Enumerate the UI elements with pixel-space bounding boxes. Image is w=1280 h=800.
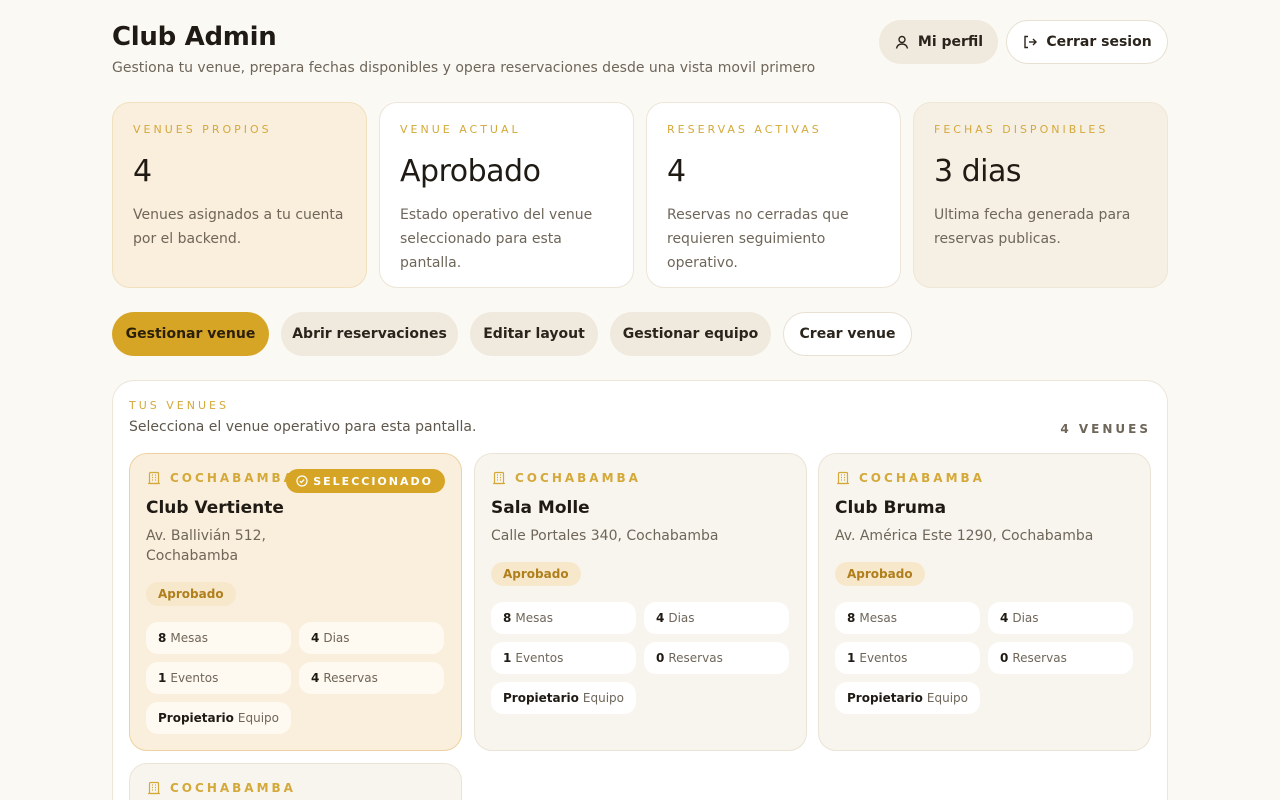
venue-card-club-bruma[interactable]: COCHABAMBA Club Bruma Av. América Este 1…: [818, 453, 1151, 751]
chip-reservas: 4 Reservas: [299, 662, 444, 694]
building-icon: [146, 470, 162, 486]
stat-value: 4: [667, 154, 686, 189]
chip-mesas: 8 Mesas: [835, 602, 980, 634]
venue-city: COCHABAMBA: [146, 780, 296, 796]
stat-label: VENUES PROPIOS: [133, 123, 272, 136]
panel-kicker: TUS VENUES: [129, 399, 229, 412]
create-venue-button[interactable]: Crear venue: [783, 312, 912, 356]
logout-label: Cerrar sesion: [1046, 34, 1152, 50]
user-icon: [894, 34, 910, 50]
stat-description: Ultima fecha generada para reservas publ…: [934, 207, 1131, 247]
stat-card-reservas-activas: RESERVAS ACTIVAS 4 Reservas no cerradas …: [646, 102, 901, 288]
venue-name: Club Bruma: [835, 498, 947, 518]
edit-layout-button[interactable]: Editar layout: [470, 312, 598, 356]
venue-status-badge: Aprobado: [146, 582, 236, 606]
chip-propietario: Propietario Equipo: [835, 682, 980, 714]
venue-city-label: COCHABAMBA: [170, 781, 296, 795]
stat-card-venue-actual: VENUE ACTUAL Aprobado Estado operativo d…: [379, 102, 634, 288]
manage-venue-button[interactable]: Gestionar venue: [112, 312, 269, 356]
stat-label: VENUE ACTUAL: [400, 123, 521, 136]
chip-mesas: 8 Mesas: [491, 602, 636, 634]
selected-badge: SELECCIONADO: [286, 469, 445, 493]
venues-panel: TUS VENUES Selecciona el venue operativo…: [112, 380, 1168, 800]
stat-value: 3 dias: [934, 154, 1022, 189]
venue-city: COCHABAMBA: [835, 470, 985, 486]
selected-badge-label: SELECCIONADO: [313, 474, 433, 488]
chip-dias: 4 Dias: [644, 602, 789, 634]
venue-status-badge: Aprobado: [835, 562, 925, 586]
stat-description: Venues asignados a tu cuenta por el back…: [133, 207, 344, 247]
chip-dias: 4 Dias: [988, 602, 1133, 634]
chip-eventos: 1 Eventos: [491, 642, 636, 674]
stat-card-fechas-disponibles: FECHAS DISPONIBLES 3 dias Ultima fecha g…: [913, 102, 1168, 288]
panel-subtitle: Selecciona el venue operativo para esta …: [129, 419, 477, 435]
stat-description: Reservas no cerradas que requieren segui…: [667, 207, 849, 271]
building-icon: [491, 470, 507, 486]
venue-card-club-vertiente[interactable]: COCHABAMBA SELECCIONADO Club Vertiente A…: [129, 453, 462, 751]
venue-address: Av. América Este 1290, Cochabamba: [835, 528, 1094, 544]
venue-city-label: COCHABAMBA: [859, 471, 985, 485]
stat-label: FECHAS DISPONIBLES: [934, 123, 1109, 136]
chip-reservas: 0 Reservas: [988, 642, 1133, 674]
page-subtitle: Gestiona tu venue, prepara fechas dispon…: [112, 60, 816, 76]
profile-label: Mi perfil: [917, 34, 984, 50]
stat-card-venues-propios: VENUES PROPIOS 4 Venues asignados a tu c…: [112, 102, 367, 288]
chip-dias: 4 Dias: [299, 622, 444, 654]
venue-status-badge: Aprobado: [491, 562, 581, 586]
venue-name: Club Vertiente: [146, 498, 284, 518]
venue-city-label: COCHABAMBA: [515, 471, 641, 485]
venue-city: COCHABAMBA: [491, 470, 641, 486]
logout-button[interactable]: Cerrar sesion: [1006, 20, 1168, 64]
chip-propietario: Propietario Equipo: [146, 702, 291, 734]
venue-name: Sala Molle: [491, 498, 590, 518]
page-header: Club Admin Gestiona tu venue, prepara fe…: [112, 20, 1168, 78]
venue-address: Av. Ballivián 512, Cochabamba: [146, 528, 266, 564]
building-icon: [146, 780, 162, 796]
stat-label: RESERVAS ACTIVAS: [667, 123, 822, 136]
manage-team-button[interactable]: Gestionar equipo: [610, 312, 771, 356]
venue-card-sala-molle[interactable]: COCHABAMBA Sala Molle Calle Portales 340…: [474, 453, 807, 751]
chip-eventos: 1 Eventos: [835, 642, 980, 674]
venue-card-4[interactable]: COCHABAMBA: [129, 763, 462, 800]
chip-mesas: 8 Mesas: [146, 622, 291, 654]
logout-icon: [1022, 34, 1038, 50]
chip-propietario: Propietario Equipo: [491, 682, 636, 714]
stat-value: 4: [133, 154, 152, 189]
chip-eventos: 1 Eventos: [146, 662, 291, 694]
venue-count: 4 VENUES: [1060, 422, 1151, 436]
building-icon: [835, 470, 851, 486]
open-reservations-button[interactable]: Abrir reservaciones: [281, 312, 458, 356]
check-circle-icon: [296, 475, 308, 487]
venue-city: COCHABAMBA: [146, 470, 296, 486]
page-title: Club Admin: [112, 22, 277, 52]
stat-description: Estado operativo del venue seleccionado …: [400, 207, 593, 271]
chip-reservas: 0 Reservas: [644, 642, 789, 674]
stat-value: Aprobado: [400, 154, 541, 189]
venue-address: Calle Portales 340, Cochabamba: [491, 528, 719, 544]
venue-city-label: COCHABAMBA: [170, 471, 296, 485]
profile-button[interactable]: Mi perfil: [879, 20, 998, 64]
